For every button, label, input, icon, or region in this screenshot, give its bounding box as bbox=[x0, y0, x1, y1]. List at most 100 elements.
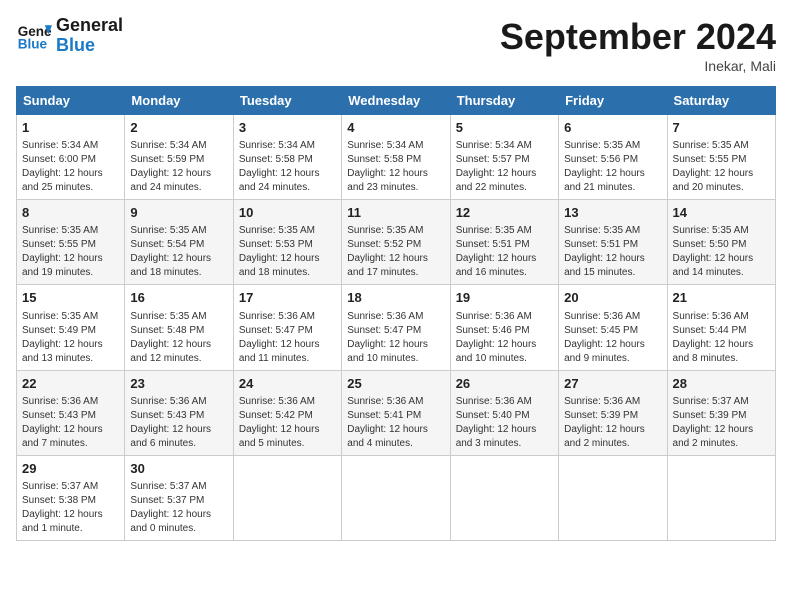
day-number: 6 bbox=[564, 119, 661, 137]
day-number: 22 bbox=[22, 375, 119, 393]
calendar-week-row: 22 Sunrise: 5:36 AM Sunset: 5:43 PM Dayli… bbox=[17, 370, 776, 455]
calendar-cell: 11 Sunrise: 5:35 AM Sunset: 5:52 PM Dayli… bbox=[342, 200, 450, 285]
calendar-cell: 4 Sunrise: 5:34 AM Sunset: 5:58 PM Daylig… bbox=[342, 115, 450, 200]
calendar-cell: 26 Sunrise: 5:36 AM Sunset: 5:40 PM Dayli… bbox=[450, 370, 558, 455]
calendar-cell: 9Sunrise: 5:35 AM Sunset: 5:54 PM Daylig… bbox=[125, 200, 233, 285]
calendar-cell bbox=[233, 455, 341, 540]
calendar-cell: 1 Sunrise: 5:34 AM Sunset: 6:00 PM Daylig… bbox=[17, 115, 125, 200]
day-info: Sunrise: 5:35 AM Sunset: 5:56 PM Dayligh… bbox=[564, 139, 661, 195]
day-info: Sunrise: 5:36 AM Sunset: 5:42 PM Dayligh… bbox=[239, 395, 336, 451]
day-number: 8 bbox=[22, 204, 119, 222]
day-number: 4 bbox=[347, 119, 444, 137]
day-info: Sunrise: 5:35 AM Sunset: 5:55 PM Dayligh… bbox=[22, 224, 119, 280]
day-number: 9 bbox=[130, 204, 227, 222]
calendar-cell: 28Sunrise: 5:37 AM Sunset: 5:39 PM Dayli… bbox=[667, 370, 775, 455]
calendar-cell: 27Sunrise: 5:36 AM Sunset: 5:39 PM Dayli… bbox=[559, 370, 667, 455]
calendar-cell bbox=[342, 455, 450, 540]
calendar-cell: 3 Sunrise: 5:34 AM Sunset: 5:58 PM Daylig… bbox=[233, 115, 341, 200]
calendar-cell: 14 Sunrise: 5:35 AM Sunset: 5:50 PM Dayli… bbox=[667, 200, 775, 285]
calendar-cell: 16Sunrise: 5:35 AM Sunset: 5:48 PM Dayli… bbox=[125, 285, 233, 370]
day-info: Sunrise: 5:35 AM Sunset: 5:51 PM Dayligh… bbox=[564, 224, 661, 280]
calendar-cell: 12 Sunrise: 5:35 AM Sunset: 5:51 PM Dayli… bbox=[450, 200, 558, 285]
logo: General Blue General Blue bbox=[16, 16, 123, 56]
calendar-cell: 19 Sunrise: 5:36 AM Sunset: 5:46 PM Dayli… bbox=[450, 285, 558, 370]
day-number: 20 bbox=[564, 289, 661, 307]
day-info: Sunrise: 5:35 AM Sunset: 5:52 PM Dayligh… bbox=[347, 224, 444, 280]
calendar-table: SundayMondayTuesdayWednesdayThursdayFrid… bbox=[16, 86, 776, 541]
location: Inekar, Mali bbox=[500, 58, 776, 74]
calendar-cell: 25 Sunrise: 5:36 AM Sunset: 5:41 PM Dayli… bbox=[342, 370, 450, 455]
weekday-header-tuesday: Tuesday bbox=[233, 87, 341, 115]
day-number: 10 bbox=[239, 204, 336, 222]
day-number: 5 bbox=[456, 119, 553, 137]
calendar-cell: 17Sunrise: 5:36 AM Sunset: 5:47 PM Dayli… bbox=[233, 285, 341, 370]
day-number: 21 bbox=[673, 289, 770, 307]
weekday-header-sunday: Sunday bbox=[17, 87, 125, 115]
day-number: 26 bbox=[456, 375, 553, 393]
calendar-cell: 18Sunrise: 5:36 AM Sunset: 5:47 PM Dayli… bbox=[342, 285, 450, 370]
day-info: Sunrise: 5:34 AM Sunset: 5:58 PM Dayligh… bbox=[347, 139, 444, 195]
calendar-cell: 7Sunrise: 5:35 AM Sunset: 5:55 PM Daylig… bbox=[667, 115, 775, 200]
day-info: Sunrise: 5:35 AM Sunset: 5:49 PM Dayligh… bbox=[22, 310, 119, 366]
day-info: Sunrise: 5:36 AM Sunset: 5:41 PM Dayligh… bbox=[347, 395, 444, 451]
calendar-cell: 22 Sunrise: 5:36 AM Sunset: 5:43 PM Dayli… bbox=[17, 370, 125, 455]
calendar-cell: 29 Sunrise: 5:37 AM Sunset: 5:38 PM Dayli… bbox=[17, 455, 125, 540]
day-info: Sunrise: 5:34 AM Sunset: 5:57 PM Dayligh… bbox=[456, 139, 553, 195]
day-number: 7 bbox=[673, 119, 770, 137]
day-info: Sunrise: 5:36 AM Sunset: 5:43 PM Dayligh… bbox=[130, 395, 227, 451]
calendar-cell: 8 Sunrise: 5:35 AM Sunset: 5:55 PM Daylig… bbox=[17, 200, 125, 285]
calendar-cell: 30Sunrise: 5:37 AM Sunset: 5:37 PM Dayli… bbox=[125, 455, 233, 540]
day-number: 15 bbox=[22, 289, 119, 307]
calendar-cell: 21Sunrise: 5:36 AM Sunset: 5:44 PM Dayli… bbox=[667, 285, 775, 370]
day-number: 23 bbox=[130, 375, 227, 393]
calendar-week-row: 1 Sunrise: 5:34 AM Sunset: 6:00 PM Daylig… bbox=[17, 115, 776, 200]
day-info: Sunrise: 5:36 AM Sunset: 5:39 PM Dayligh… bbox=[564, 395, 661, 451]
day-number: 16 bbox=[130, 289, 227, 307]
day-info: Sunrise: 5:36 AM Sunset: 5:46 PM Dayligh… bbox=[456, 310, 553, 366]
day-number: 12 bbox=[456, 204, 553, 222]
day-number: 29 bbox=[22, 460, 119, 478]
day-number: 24 bbox=[239, 375, 336, 393]
logo-text: General Blue bbox=[56, 16, 123, 56]
day-info: Sunrise: 5:35 AM Sunset: 5:51 PM Dayligh… bbox=[456, 224, 553, 280]
calendar-cell bbox=[667, 455, 775, 540]
month-title: September 2024 bbox=[500, 16, 776, 58]
day-number: 14 bbox=[673, 204, 770, 222]
day-info: Sunrise: 5:36 AM Sunset: 5:40 PM Dayligh… bbox=[456, 395, 553, 451]
calendar-cell: 6 Sunrise: 5:35 AM Sunset: 5:56 PM Daylig… bbox=[559, 115, 667, 200]
weekday-header-wednesday: Wednesday bbox=[342, 87, 450, 115]
day-number: 1 bbox=[22, 119, 119, 137]
calendar-week-row: 8 Sunrise: 5:35 AM Sunset: 5:55 PM Daylig… bbox=[17, 200, 776, 285]
calendar-week-row: 29 Sunrise: 5:37 AM Sunset: 5:38 PM Dayli… bbox=[17, 455, 776, 540]
logo-icon: General Blue bbox=[16, 18, 52, 54]
day-info: Sunrise: 5:34 AM Sunset: 6:00 PM Dayligh… bbox=[22, 139, 119, 195]
weekday-header-monday: Monday bbox=[125, 87, 233, 115]
day-info: Sunrise: 5:35 AM Sunset: 5:53 PM Dayligh… bbox=[239, 224, 336, 280]
day-number: 3 bbox=[239, 119, 336, 137]
day-number: 13 bbox=[564, 204, 661, 222]
weekday-header-thursday: Thursday bbox=[450, 87, 558, 115]
day-info: Sunrise: 5:36 AM Sunset: 5:45 PM Dayligh… bbox=[564, 310, 661, 366]
day-info: Sunrise: 5:37 AM Sunset: 5:39 PM Dayligh… bbox=[673, 395, 770, 451]
day-number: 25 bbox=[347, 375, 444, 393]
page-header: General Blue General Blue September 2024… bbox=[16, 16, 776, 74]
day-info: Sunrise: 5:37 AM Sunset: 5:38 PM Dayligh… bbox=[22, 480, 119, 536]
calendar-cell: 24 Sunrise: 5:36 AM Sunset: 5:42 PM Dayli… bbox=[233, 370, 341, 455]
calendar-cell bbox=[559, 455, 667, 540]
calendar-cell: 5 Sunrise: 5:34 AM Sunset: 5:57 PM Daylig… bbox=[450, 115, 558, 200]
day-number: 11 bbox=[347, 204, 444, 222]
day-info: Sunrise: 5:36 AM Sunset: 5:43 PM Dayligh… bbox=[22, 395, 119, 451]
calendar-cell: 20 Sunrise: 5:36 AM Sunset: 5:45 PM Dayli… bbox=[559, 285, 667, 370]
day-number: 30 bbox=[130, 460, 227, 478]
day-number: 19 bbox=[456, 289, 553, 307]
weekday-header-row: SundayMondayTuesdayWednesdayThursdayFrid… bbox=[17, 87, 776, 115]
calendar-cell: 2Sunrise: 5:34 AM Sunset: 5:59 PM Daylig… bbox=[125, 115, 233, 200]
day-info: Sunrise: 5:35 AM Sunset: 5:50 PM Dayligh… bbox=[673, 224, 770, 280]
calendar-week-row: 15 Sunrise: 5:35 AM Sunset: 5:49 PM Dayli… bbox=[17, 285, 776, 370]
calendar-cell: 23 Sunrise: 5:36 AM Sunset: 5:43 PM Dayli… bbox=[125, 370, 233, 455]
day-info: Sunrise: 5:36 AM Sunset: 5:47 PM Dayligh… bbox=[239, 310, 336, 366]
day-info: Sunrise: 5:34 AM Sunset: 5:58 PM Dayligh… bbox=[239, 139, 336, 195]
svg-text:Blue: Blue bbox=[18, 36, 48, 51]
weekday-header-saturday: Saturday bbox=[667, 87, 775, 115]
calendar-cell bbox=[450, 455, 558, 540]
